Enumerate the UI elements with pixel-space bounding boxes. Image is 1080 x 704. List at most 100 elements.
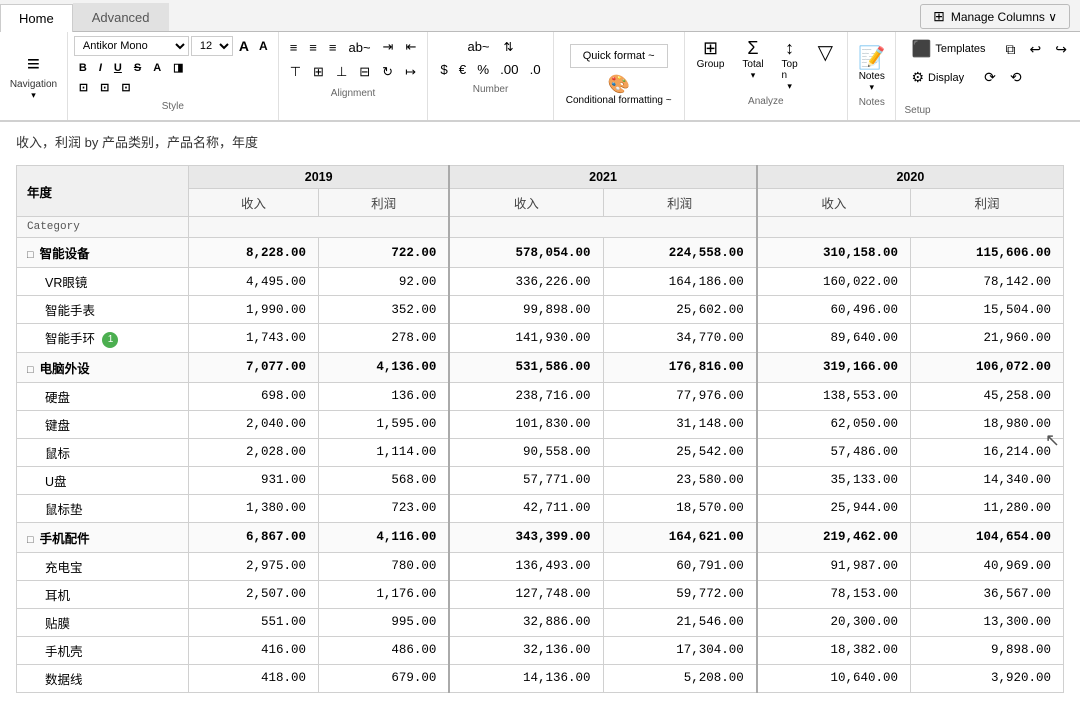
category-cell: 531,586.00 xyxy=(449,352,603,382)
align-right-button[interactable]: ≡ xyxy=(324,37,342,58)
data-cell: 21,960.00 xyxy=(910,324,1063,353)
setup-icon-btn5[interactable]: ⟲ xyxy=(1005,66,1027,89)
expand-icon[interactable]: □ xyxy=(27,364,34,376)
table-row: 数据线418.00679.0014,136.005,208.0010,640.0… xyxy=(17,664,1064,692)
data-cell: 160,022.00 xyxy=(757,268,911,296)
display-button[interactable]: ⚙ Display xyxy=(904,66,971,89)
data-cell: 931.00 xyxy=(189,466,319,494)
strikethrough-button[interactable]: S xyxy=(129,60,146,76)
category-cell: 219,462.00 xyxy=(757,522,911,552)
data-cell: 31,148.00 xyxy=(603,410,757,438)
number-format-button[interactable]: ab~ xyxy=(462,36,494,57)
data-cell: 486.00 xyxy=(319,636,450,664)
filter-icon: ▽ xyxy=(818,40,833,65)
data-cell: 17,304.00 xyxy=(603,636,757,664)
outdent-button[interactable]: ⇤ xyxy=(400,36,421,58)
expand-icon[interactable]: □ xyxy=(27,534,34,546)
font-color-button[interactable]: A xyxy=(148,60,166,76)
decimal-decrease-button[interactable]: .0 xyxy=(526,60,545,79)
cond-format-button[interactable]: 🎨 Conditional formatting ~ xyxy=(560,72,678,108)
gear-icon: ⚙ xyxy=(911,69,924,86)
data-cell: 34,770.00 xyxy=(603,324,757,353)
wrap-text-button[interactable]: ab~ xyxy=(343,37,375,58)
filter-button[interactable]: ▽ xyxy=(810,36,841,69)
percent-symbol-button[interactable]: % xyxy=(473,60,493,79)
indent-button[interactable]: ⇥ xyxy=(378,36,399,58)
navigation-group[interactable]: ≡ Navigation ▾ xyxy=(0,32,68,120)
analyze-label: Analyze xyxy=(748,96,784,107)
data-cell: 21,546.00 xyxy=(603,608,757,636)
table-row: 键盘2,040.001,595.00101,830.0031,148.0062,… xyxy=(17,410,1064,438)
table-row: 鼠标2,028.001,114.0090,558.0025,542.0057,4… xyxy=(17,438,1064,466)
number-type-button[interactable]: ⇅ xyxy=(499,37,519,57)
quick-format-button[interactable]: Quick format ~ xyxy=(570,44,668,68)
font-shrink-button[interactable]: A xyxy=(255,37,272,55)
cond-format-label: Conditional formatting ~ xyxy=(566,95,672,106)
align-bottom-button[interactable]: ⊥ xyxy=(331,61,352,83)
notes-icon: 📝 xyxy=(858,45,885,71)
data-cell: 14,136.00 xyxy=(449,664,603,692)
category-cell: 722.00 xyxy=(319,238,450,268)
total-button[interactable]: Σ Total ▾ xyxy=(736,36,769,83)
data-cell: 18,570.00 xyxy=(603,494,757,522)
euro-symbol-button[interactable]: € xyxy=(455,60,470,79)
data-cell: 78,153.00 xyxy=(757,580,911,608)
highlight-button[interactable]: ◨ xyxy=(168,59,188,76)
bold-button[interactable]: B xyxy=(74,60,92,76)
indent2-button[interactable]: ↦ xyxy=(400,61,421,83)
rotate-button[interactable]: ↻ xyxy=(377,61,398,83)
border-btn1[interactable]: ⊡ xyxy=(74,79,93,96)
underline-button[interactable]: U xyxy=(109,60,127,76)
display-label: Display xyxy=(928,72,964,84)
align-center-button[interactable]: ≡ xyxy=(304,37,322,58)
data-cell: 568.00 xyxy=(319,466,450,494)
align-middle-button[interactable]: ⊞ xyxy=(308,61,329,83)
align-top-button[interactable]: ⊤ xyxy=(285,61,306,83)
data-cell: 99,898.00 xyxy=(449,296,603,324)
tab-home[interactable]: Home xyxy=(0,4,73,32)
total-icon: Σ xyxy=(747,38,758,59)
data-cell: 698.00 xyxy=(189,382,319,410)
data-cell: 18,382.00 xyxy=(757,636,911,664)
merge-button[interactable]: ⊟ xyxy=(354,61,375,83)
manage-columns-button[interactable]: ⊞ Manage Columns ∨ xyxy=(920,4,1070,29)
category-cell: 224,558.00 xyxy=(603,238,757,268)
data-cell: 59,772.00 xyxy=(603,580,757,608)
tab-advanced[interactable]: Advanced xyxy=(73,3,169,31)
expand-icon[interactable]: □ xyxy=(27,249,34,261)
italic-button[interactable]: I xyxy=(94,60,107,76)
style-group: Antikor Mono 12 A A B I U S A ◨ ⊡ ⊡ ⊡ St… xyxy=(68,32,279,120)
setup-icon-btn1[interactable]: ⧉ xyxy=(1001,38,1021,61)
data-cell: 278.00 xyxy=(319,324,450,353)
setup-icon-btn3[interactable]: ↪ xyxy=(1050,38,1072,61)
data-cell: 1,743.00 xyxy=(189,324,319,353)
topn-button[interactable]: ↕ Top n ▾ xyxy=(776,36,804,94)
topn-icon: ↕ xyxy=(785,38,794,59)
data-cell: 25,602.00 xyxy=(603,296,757,324)
templates-button[interactable]: ⬛ Templates xyxy=(904,36,992,62)
group-label: Group xyxy=(697,59,725,70)
table-row: 充电宝2,975.00780.00136,493.0060,791.0091,9… xyxy=(17,552,1064,580)
topn-label: Top n xyxy=(782,59,798,81)
font-select[interactable]: Antikor Mono xyxy=(74,36,189,56)
manage-columns-icon: ⊞ xyxy=(933,8,945,25)
setup-icon-btn2[interactable]: ↩ xyxy=(1025,38,1047,61)
quick-format-label: Quick format ~ xyxy=(583,50,655,62)
setup-icon-btn4[interactable]: ⟳ xyxy=(979,66,1001,89)
decimal-increase-button[interactable]: .00 xyxy=(496,60,523,79)
group-button[interactable]: ⊞ Group xyxy=(691,36,731,72)
data-table-wrap: 年度 2019 2021 2020 收入 利润 收入 利润 收入 利润 Cate… xyxy=(16,165,1064,693)
data-cell: 336,226.00 xyxy=(449,268,603,296)
dollar-symbol-button[interactable]: $ xyxy=(436,60,451,79)
align-left-button[interactable]: ≡ xyxy=(285,37,303,58)
border-btn3[interactable]: ⊡ xyxy=(116,79,135,96)
font-grow-button[interactable]: A xyxy=(235,36,253,56)
notes-button[interactable]: 📝 Notes ▾ xyxy=(858,45,885,93)
setup-label: Setup xyxy=(904,105,930,116)
font-size-select[interactable]: 12 xyxy=(191,36,233,56)
border-btn2[interactable]: ⊡ xyxy=(95,79,114,96)
cond-format-icon: 🎨 xyxy=(607,74,629,95)
topn-dropdown-icon: ▾ xyxy=(787,81,792,92)
table-row: 智能手环 11,743.00278.00141,930.0034,770.008… xyxy=(17,324,1064,353)
data-cell: 1,595.00 xyxy=(319,410,450,438)
